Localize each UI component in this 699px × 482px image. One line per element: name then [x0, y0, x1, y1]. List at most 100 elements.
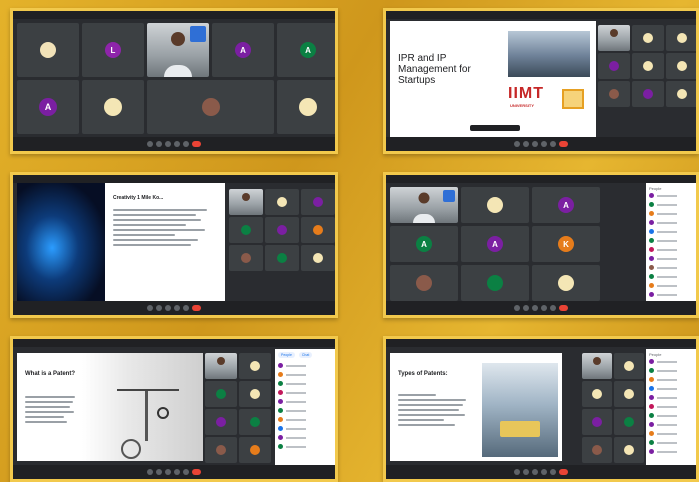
participant-tile	[666, 81, 696, 107]
control-bar	[386, 301, 696, 315]
avatar-letter: A	[300, 42, 316, 58]
meeting-controls	[514, 305, 568, 311]
avatar	[216, 445, 226, 455]
meeting-controls	[147, 141, 201, 147]
mic-icon	[514, 305, 520, 311]
abstract-image	[17, 183, 105, 301]
participant-tile	[301, 245, 335, 271]
top-strip	[386, 175, 696, 183]
avatar	[241, 225, 251, 235]
avatar	[241, 253, 251, 263]
participant-tile	[598, 53, 630, 79]
present-icon	[541, 141, 547, 147]
participant-tile	[632, 25, 664, 51]
participant-tile	[582, 409, 612, 435]
person	[593, 356, 601, 365]
participant-tile	[277, 80, 335, 134]
captions-icon	[165, 141, 171, 147]
present-icon	[174, 305, 180, 311]
meeting-controls	[147, 305, 201, 311]
hang-up-icon	[192, 141, 201, 147]
slide-heading: Creativity 1 Mile Ko...	[113, 195, 164, 201]
captions-icon	[532, 141, 538, 147]
participant-tile	[582, 437, 612, 463]
avatar	[624, 361, 634, 371]
avatar-letter: A	[39, 98, 57, 116]
captions-icon	[532, 305, 538, 311]
person	[171, 32, 185, 47]
avatar-letter: A	[416, 236, 432, 252]
meeting-screenshot-6: Types of Patents: People	[383, 336, 699, 482]
more-icon	[183, 305, 189, 311]
participant-tile	[632, 81, 664, 107]
participant-tile	[229, 245, 263, 271]
avatar	[277, 253, 287, 263]
participant-list	[278, 361, 334, 451]
avatar	[592, 445, 602, 455]
video-tile	[205, 353, 237, 379]
participant-tile	[666, 53, 696, 79]
participant-tile: A	[17, 80, 79, 134]
participant-tile	[147, 80, 274, 134]
participant-tile	[582, 381, 612, 407]
presenter-toolbar	[470, 125, 520, 131]
control-bar	[13, 137, 335, 151]
university-label: UNIVERSITY	[510, 103, 535, 108]
person	[418, 192, 430, 204]
meeting-screenshot-2: IPR and IP Management for Startups IIMT …	[383, 8, 699, 154]
video-tile	[582, 353, 612, 379]
person	[610, 28, 618, 37]
avatar	[592, 417, 602, 427]
participant-tile: A	[277, 23, 335, 77]
slide-text	[25, 393, 81, 426]
hang-up-icon	[559, 469, 568, 475]
avatar	[104, 98, 122, 116]
avatar	[416, 275, 432, 291]
ring-icon	[121, 439, 141, 459]
meeting-screenshot-1: L A A A	[10, 8, 338, 154]
participant-tile: K	[532, 226, 600, 262]
avatar	[643, 61, 653, 71]
city-image	[508, 31, 590, 77]
camera-icon	[523, 305, 529, 311]
participant-tile	[205, 409, 237, 435]
avatar	[250, 361, 260, 371]
participant-tile: A	[390, 226, 458, 262]
participant-tile	[632, 53, 664, 79]
participant-grid	[598, 25, 696, 135]
participant-tile	[461, 265, 529, 301]
avatar: L	[105, 42, 121, 58]
present-icon	[541, 469, 547, 475]
hang-up-icon	[192, 469, 201, 475]
top-strip	[386, 11, 696, 19]
video-tile	[147, 23, 209, 77]
slide-title: Types of Patents:	[398, 371, 448, 377]
meeting-controls	[147, 469, 201, 475]
avatar	[250, 445, 260, 455]
presentation-slide: IPR and IP Management for Startups IIMT …	[390, 21, 596, 139]
camera-icon	[156, 305, 162, 311]
avatar	[624, 445, 634, 455]
screen-share	[190, 26, 206, 42]
avatar	[487, 197, 503, 213]
mic-icon	[514, 469, 520, 475]
avatar-letter: A	[487, 236, 503, 252]
university-logo: IIMT	[508, 85, 544, 102]
avatar	[592, 389, 602, 399]
participant-tile	[265, 217, 299, 243]
participant-tile	[666, 25, 696, 51]
present-icon	[541, 305, 547, 311]
avatar	[216, 389, 226, 399]
avatar	[313, 225, 323, 235]
avatar	[40, 42, 56, 58]
avatar	[487, 275, 503, 291]
participant-tile	[461, 187, 529, 223]
avatar	[299, 98, 317, 116]
video-tile	[229, 189, 263, 215]
participant-grid	[582, 353, 644, 463]
participant-tile	[532, 265, 600, 301]
meeting-controls	[514, 141, 568, 147]
screen-share	[443, 190, 455, 202]
participant-tile	[205, 437, 237, 463]
device-icon	[500, 421, 540, 437]
